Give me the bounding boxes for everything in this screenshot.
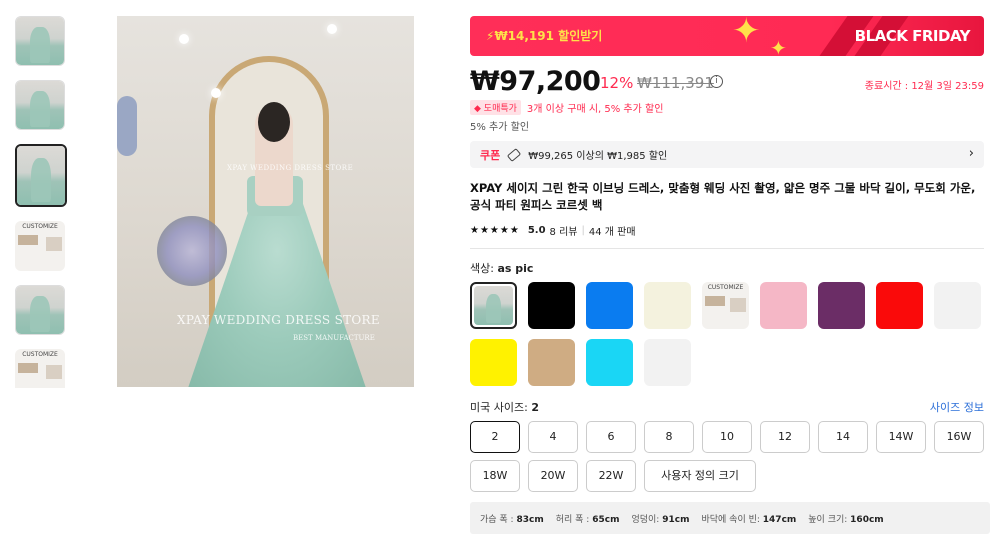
discount-percent: 12% [600,74,634,92]
size-option-6[interactable]: 6 [586,421,636,453]
thumbnail-2[interactable] [15,80,65,130]
bulk-promo: ◆ 도매특가 3개 이상 구매 시, 5% 추가 할인 [470,100,990,115]
color-swatch-blue[interactable] [586,282,633,329]
color-swatch-sky-blue[interactable] [586,339,633,386]
size-option-20w[interactable]: 20W [528,460,578,492]
main-product-image[interactable]: XPAY WEDDING DRESS STORE XPAY WEDDING DR… [117,16,414,387]
size-option-14w[interactable]: 14W [876,421,926,453]
size-option-10[interactable]: 10 [702,421,752,453]
color-swatch-ivory[interactable] [644,282,691,329]
wholesale-tag: ◆ 도매특가 [470,100,521,115]
size-selected: 2 [531,401,539,414]
sparkle-icon: ✦ [770,36,787,56]
size-option-14[interactable]: 14 [818,421,868,453]
price-row: ₩97,200 12% ₩111,391 i 종료시간 : 12월 3일 23:… [470,66,990,100]
separator: | [581,225,585,236]
sale-end-time: 종료시간 : 12월 3일 23:59 [864,81,984,92]
size-option-8[interactable]: 8 [644,421,694,453]
color-swatch-customize[interactable]: CUSTOMIZE [702,282,749,329]
size-header: 미국 사이즈: 2 사이즈 정보 [470,399,984,415]
chevron-right-icon: › [968,146,974,161]
product-title: XPAY 세이지 그린 한국 이브닝 드레스, 맞춤형 웨딩 사진 촬영, 얇은… [470,181,976,212]
original-price: ₩111,391 [637,74,714,92]
size-option-16w[interactable]: 16W [934,421,984,453]
coupon-text: ₩99,265 이상의 ₩1,985 할인 [528,151,668,162]
size-option-2[interactable]: 2 [470,421,520,453]
thumbnail-6[interactable]: CUSTOMIZE [15,349,65,388]
ticket-icon [507,147,522,162]
black-friday-label: BLACK FRIDAY [854,27,971,45]
measure-hollow: 바닥에 속이 빈: 147cm [701,514,797,525]
color-swatch-red[interactable] [876,282,923,329]
review-count[interactable]: 8 리뷰 [550,223,578,238]
rating-row[interactable]: ★★★★★ 5.0 8 리뷰 | 44 개 판매 [470,223,990,238]
color-label: 색상: [470,262,494,275]
promo-banner[interactable]: ⚡₩14,191 할인받기 ✦ ✦ BLACK FRIDAY [470,16,984,56]
color-selected: as pic [497,262,534,275]
watermark-main: XPAY WEDDING DRESS STORE [177,313,380,327]
thumbnail-5[interactable] [15,285,65,335]
sparkle-icon: ✦ [732,16,761,51]
watermark-sub: BEST MANUFACTURE [293,334,375,342]
color-label-row: 색상: as pic [470,260,990,276]
thumbnail-3[interactable] [15,144,67,207]
watermark-top: XPAY WEDDING DRESS STORE [227,164,354,172]
thumbnail-customize-text: CUSTOMIZE [22,223,58,230]
measurements-bar: 가슴 폭 : 83cm 허리 폭 : 65cm 엉덩이: 91cm 바닥에 속이… [470,502,990,534]
rating-value: 5.0 [527,225,546,236]
size-option-12[interactable]: 12 [760,421,810,453]
product-info-panel: ⚡₩14,191 할인받기 ✦ ✦ BLACK FRIDAY ₩97,200 1… [470,16,990,534]
divider [470,248,984,249]
size-option-4[interactable]: 4 [528,421,578,453]
thumbnail-4[interactable]: CUSTOMIZE [15,221,65,271]
extra-discount-text: 5% 추가 할인 [470,122,530,133]
measure-hip: 엉덩이: 91cm [631,514,690,525]
thumbnail-list: CUSTOMIZE CUSTOMIZE [15,16,67,388]
color-swatch-as-pic[interactable] [470,282,517,329]
color-swatch-champagne[interactable] [528,339,575,386]
size-label-row: 미국 사이즈: 2 [470,399,539,415]
size-option-18w[interactable]: 18W [470,460,520,492]
color-swatch-white[interactable] [934,282,981,329]
color-swatches: CUSTOMIZE [470,282,992,386]
thumbnail-customize-text: CUSTOMIZE [22,351,58,358]
color-swatch-pink[interactable] [760,282,807,329]
banner-coupon-text: ⚡₩14,191 할인받기 [486,29,603,43]
thumbnail-1[interactable] [15,16,65,66]
size-label: 미국 사이즈: [470,401,528,414]
size-guide-link[interactable]: 사이즈 정보 [930,399,984,415]
info-icon[interactable]: i [710,75,723,88]
coupon-label: 쿠폰 [480,148,501,162]
color-swatch-black[interactable] [528,282,575,329]
star-rating-icon: ★★★★★ [470,225,520,236]
color-swatch-yellow[interactable] [470,339,517,386]
size-option-22w[interactable]: 22W [586,460,636,492]
current-price: ₩97,200 [470,66,601,97]
bulk-promo-text: 3개 이상 구매 시, 5% 추가 할인 [526,104,664,115]
measure-bust: 가슴 폭 : 83cm [480,514,544,525]
measure-height: 높이 크기: 160cm [808,514,884,525]
color-swatch-white-2[interactable] [644,339,691,386]
coupon-bar[interactable]: 쿠폰 ₩99,265 이상의 ₩1,985 할인 › [470,141,984,168]
size-options: 2 4 6 8 10 12 14 14W 16W 18W 20W 22W 사용자… [470,421,992,492]
size-option-custom[interactable]: 사용자 정의 크기 [644,460,756,492]
measure-waist: 허리 폭 : 65cm [555,514,620,525]
color-swatch-purple[interactable] [818,282,865,329]
sold-count: 44 개 판매 [588,227,636,238]
swatch-customize-text: CUSTOMIZE [707,284,744,291]
